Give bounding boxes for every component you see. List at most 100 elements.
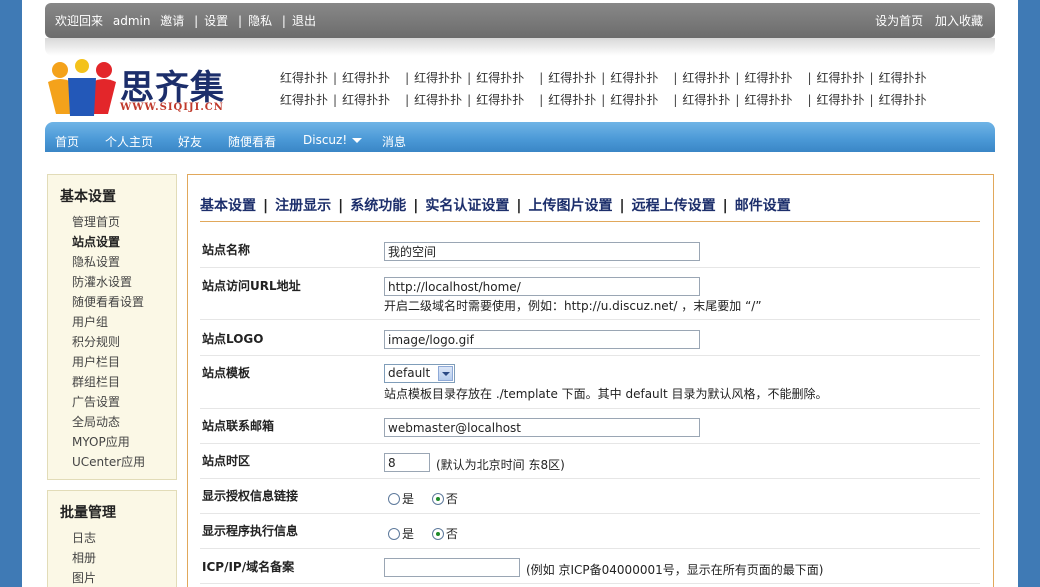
sidebar-item-anti-spam[interactable]: 防灌水设置 bbox=[48, 272, 176, 292]
template-select[interactable]: default bbox=[384, 364, 455, 383]
logo-url-text: WWW.SIQIJI.CN bbox=[120, 102, 224, 113]
tab-system[interactable]: 系统功能 bbox=[350, 198, 406, 214]
top-bar-shadow bbox=[45, 38, 995, 56]
ad-link[interactable]: 红得扑扑 bbox=[548, 93, 596, 107]
ad-link[interactable]: 红得扑扑 bbox=[610, 71, 658, 85]
nav-item-explore[interactable]: 随便看看 bbox=[228, 133, 276, 150]
ad-link[interactable]: 红得扑扑 bbox=[280, 71, 328, 85]
sidebar-item-global-feed[interactable]: 全局动态 bbox=[48, 412, 176, 432]
sidebar-item-ads[interactable]: 广告设置 bbox=[48, 392, 176, 412]
chevron-down-icon bbox=[438, 366, 453, 381]
tab-register[interactable]: 注册显示 bbox=[275, 198, 331, 214]
site-name-label: 站点名称 bbox=[202, 243, 251, 257]
sidebar-item-blogs[interactable]: 日志 bbox=[48, 528, 176, 548]
row-divider bbox=[200, 355, 980, 356]
timezone-label: 站点时区 bbox=[202, 454, 251, 468]
ad-link[interactable]: 红得扑扑 bbox=[879, 71, 927, 85]
sidebar-item-admin-home[interactable]: 管理首页 bbox=[48, 212, 176, 232]
settings-link[interactable]: 设置 bbox=[204, 14, 228, 28]
icp-label: ICP/IP/域名备案 bbox=[202, 560, 295, 574]
nav-item-home[interactable]: 首页 bbox=[55, 133, 79, 150]
show-debug-no-option[interactable]: 否 bbox=[431, 527, 458, 541]
tab-basic[interactable]: 基本设置 bbox=[200, 198, 256, 214]
tab-mail[interactable]: 邮件设置 bbox=[735, 198, 791, 214]
sidebar-basic-settings: 基本设置 管理首页 站点设置 隐私设置 防灌水设置 随便看看设置 用户组 积分规… bbox=[47, 174, 177, 480]
radio-button[interactable] bbox=[388, 493, 400, 505]
row-divider bbox=[200, 548, 980, 549]
logout-link[interactable]: 退出 bbox=[292, 14, 316, 28]
set-homepage-link[interactable]: 设为首页 bbox=[875, 14, 923, 28]
tab-upload-image[interactable]: 上传图片设置 bbox=[529, 198, 613, 214]
add-favorite-link[interactable]: 加入收藏 bbox=[935, 14, 983, 28]
radio-button-selected[interactable] bbox=[431, 493, 444, 505]
row-divider bbox=[200, 583, 980, 584]
sidebar-item-ucenter[interactable]: UCenter应用 bbox=[48, 452, 176, 472]
row-divider bbox=[200, 267, 980, 268]
ad-link[interactable]: 红得扑扑 bbox=[280, 93, 328, 107]
ad-link[interactable]: 红得扑扑 bbox=[548, 71, 596, 85]
ad-link[interactable]: 红得扑扑 bbox=[476, 71, 524, 85]
sidebar-batch-management: 批量管理 日志 相册 图片 bbox=[47, 490, 177, 587]
site-logo[interactable]: 思齐集 WWW.SIQIJI.CN bbox=[46, 58, 242, 120]
site-url-hint: 开启二级域名时需要使用，例如：http://u.discuz.net/ ，末尾要… bbox=[384, 299, 762, 313]
ad-link[interactable]: 红得扑扑 bbox=[879, 93, 927, 107]
sidebar-item-privacy[interactable]: 隐私设置 bbox=[48, 252, 176, 272]
sidebar-item-usergroups[interactable]: 用户组 bbox=[48, 312, 176, 332]
username-link[interactable]: admin bbox=[113, 14, 151, 28]
template-label: 站点模板 bbox=[202, 366, 251, 380]
ad-link[interactable]: 红得扑扑 bbox=[682, 93, 730, 107]
ad-link[interactable]: 红得扑扑 bbox=[414, 93, 462, 107]
show-debug-radios: 是 否 bbox=[388, 525, 472, 542]
nav-item-friends[interactable]: 好友 bbox=[178, 133, 202, 150]
ad-link[interactable]: 红得扑扑 bbox=[744, 93, 792, 107]
show-license-no-option[interactable]: 否 bbox=[431, 492, 458, 506]
row-divider bbox=[200, 513, 980, 514]
privacy-link[interactable]: 隐私 bbox=[248, 14, 272, 28]
ad-link[interactable]: 红得扑扑 bbox=[682, 71, 730, 85]
sidebar-item-explore-settings[interactable]: 随便看看设置 bbox=[48, 292, 176, 312]
show-license-yes-option[interactable]: 是 bbox=[388, 492, 414, 506]
radio-button-selected[interactable] bbox=[431, 528, 444, 540]
nav-item-messages[interactable]: 消息 bbox=[382, 133, 406, 150]
sidebar-item-photos[interactable]: 图片 bbox=[48, 568, 176, 587]
sidebar-basic-list: 管理首页 站点设置 隐私设置 防灌水设置 随便看看设置 用户组 积分规则 用户栏… bbox=[48, 212, 176, 472]
ad-link[interactable]: 红得扑扑 bbox=[476, 93, 524, 107]
tab-remote-upload[interactable]: 远程上传设置 bbox=[632, 198, 716, 214]
show-debug-yes-option[interactable]: 是 bbox=[388, 527, 414, 541]
tab-realname[interactable]: 实名认证设置 bbox=[425, 198, 509, 214]
sidebar-item-user-fields[interactable]: 用户栏目 bbox=[48, 352, 176, 372]
row-divider bbox=[200, 319, 980, 320]
show-license-label: 显示授权信息链接 bbox=[202, 489, 299, 503]
template-select-value: default bbox=[388, 366, 431, 380]
nav-item-discuz[interactable]: Discuz! bbox=[303, 133, 363, 147]
ad-link[interactable]: 红得扑扑 bbox=[610, 93, 658, 107]
row-divider bbox=[200, 443, 980, 444]
ad-link[interactable]: 红得扑扑 bbox=[817, 93, 865, 107]
settings-panel: 基本设置 | 注册显示 | 系统功能 | 实名认证设置 | 上传图片设置 | 远程上传设置 | 邮件设置… bbox=[187, 174, 994, 587]
ad-link[interactable]: 红得扑扑 bbox=[817, 71, 865, 85]
ad-link[interactable]: 红得扑扑 bbox=[342, 71, 390, 85]
site-url-input[interactable] bbox=[384, 277, 700, 296]
site-logo-label: 站点LOGO bbox=[202, 332, 264, 346]
radio-button[interactable] bbox=[388, 528, 400, 540]
icp-input[interactable] bbox=[384, 558, 520, 577]
ad-row-1: 红得扑扑 | 红得扑扑 | 红得扑扑 | 红得扑扑 | 红得扑扑 | 红得扑扑 | 红得扑扑 | 红得扑扑 |… bbox=[280, 71, 927, 85]
radio-no-label: 否 bbox=[445, 492, 458, 506]
ad-link[interactable]: 红得扑扑 bbox=[744, 71, 792, 85]
ad-link[interactable]: 红得扑扑 bbox=[414, 71, 462, 85]
ad-link[interactable]: 红得扑扑 bbox=[342, 93, 390, 107]
site-logo-input[interactable] bbox=[384, 330, 700, 349]
invite-link[interactable]: 邀请 bbox=[160, 14, 184, 28]
sidebar-item-site-settings[interactable]: 站点设置 bbox=[48, 232, 176, 252]
email-input[interactable] bbox=[384, 418, 700, 437]
sidebar-item-group-fields[interactable]: 群组栏目 bbox=[48, 372, 176, 392]
nav-item-profile[interactable]: 个人主页 bbox=[105, 133, 153, 150]
sidebar-item-albums[interactable]: 相册 bbox=[48, 548, 176, 568]
settings-tabs: 基本设置 | 注册显示 | 系统功能 | 实名认证设置 | 上传图片设置 | 远程上传设置 | 邮件设置 bbox=[200, 198, 791, 214]
ad-links: 红得扑扑 | 红得扑扑 | 红得扑扑 | 红得扑扑 | 红得扑扑 | 红得扑扑 | 红得扑扑 | 红得扑扑 |… bbox=[280, 69, 1000, 113]
sidebar-item-myop[interactable]: MYOP应用 bbox=[48, 432, 176, 452]
timezone-input[interactable] bbox=[384, 453, 430, 472]
icp-hint: (例如 京ICP备04000001号，显示在所有页面的最下面) bbox=[526, 563, 824, 577]
sidebar-item-credit-rules[interactable]: 积分规则 bbox=[48, 332, 176, 352]
site-name-input[interactable] bbox=[384, 242, 700, 261]
